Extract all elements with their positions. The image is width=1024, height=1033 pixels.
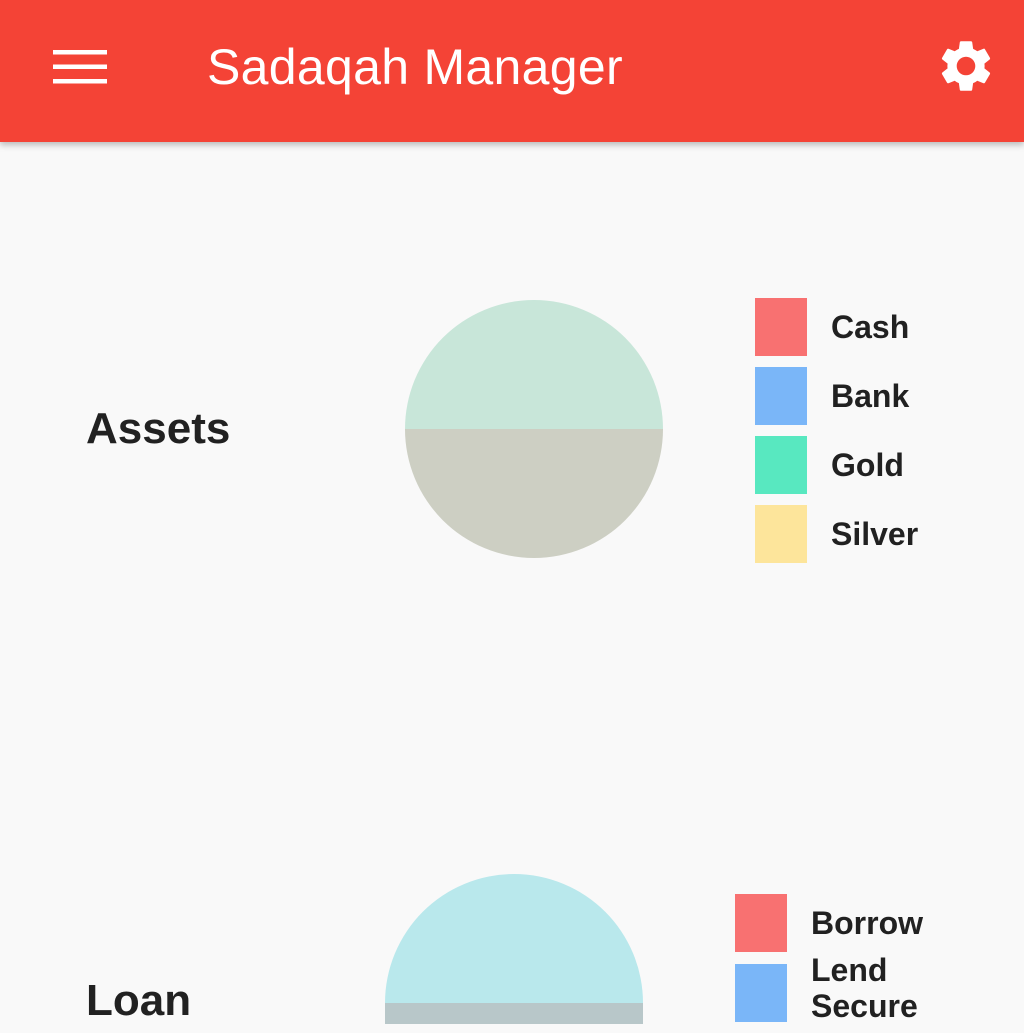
legend-label-gold: Gold <box>831 446 904 483</box>
legend-label-borrow: Borrow <box>811 904 923 941</box>
legend-swatch-bank <box>755 366 807 425</box>
legend-item-gold: Gold <box>755 430 918 499</box>
menu-button[interactable] <box>40 36 120 98</box>
settings-button[interactable] <box>928 30 1004 102</box>
hamburger-menu-icon <box>53 50 107 84</box>
assets-pie-slice-bottom <box>405 429 663 558</box>
legend-item-bank: Bank <box>755 361 918 430</box>
app-title: Sadaqah Manager <box>207 39 623 95</box>
legend-label-lend-secure: Lend Secure <box>811 952 918 1024</box>
legend-swatch-cash <box>755 297 807 356</box>
legend-swatch-gold <box>755 435 807 494</box>
loan-pie-slice-bottom <box>385 1003 643 1024</box>
app-bar: Sadaqah Manager <box>0 0 1024 142</box>
legend-label-silver: Silver <box>831 515 919 552</box>
assets-pie-chart <box>405 300 663 558</box>
assets-legend: Cash Bank Gold Silver <box>755 292 918 568</box>
legend-swatch-silver <box>755 504 807 563</box>
legend-item-cash: Cash <box>755 292 918 361</box>
assets-section-label: Assets <box>86 404 231 453</box>
loan-legend: Borrow Lend Secure <box>735 888 931 1033</box>
assets-pie-slice-top <box>405 300 663 429</box>
loan-pie-slice-top <box>385 874 643 1003</box>
legend-swatch-lend-secure <box>735 964 787 1022</box>
legend-swatch-borrow <box>735 893 787 952</box>
legend-item-silver: Silver <box>755 499 918 568</box>
loan-pie-chart <box>385 874 643 1024</box>
legend-label-cash: Cash <box>831 308 910 345</box>
gear-icon <box>941 41 991 91</box>
legend-item-borrow: Borrow <box>735 888 931 957</box>
legend-label-bank: Bank <box>831 377 910 414</box>
loan-section-label: Loan <box>86 976 192 1025</box>
legend-item-lend-secure: Lend Secure <box>735 952 931 1033</box>
